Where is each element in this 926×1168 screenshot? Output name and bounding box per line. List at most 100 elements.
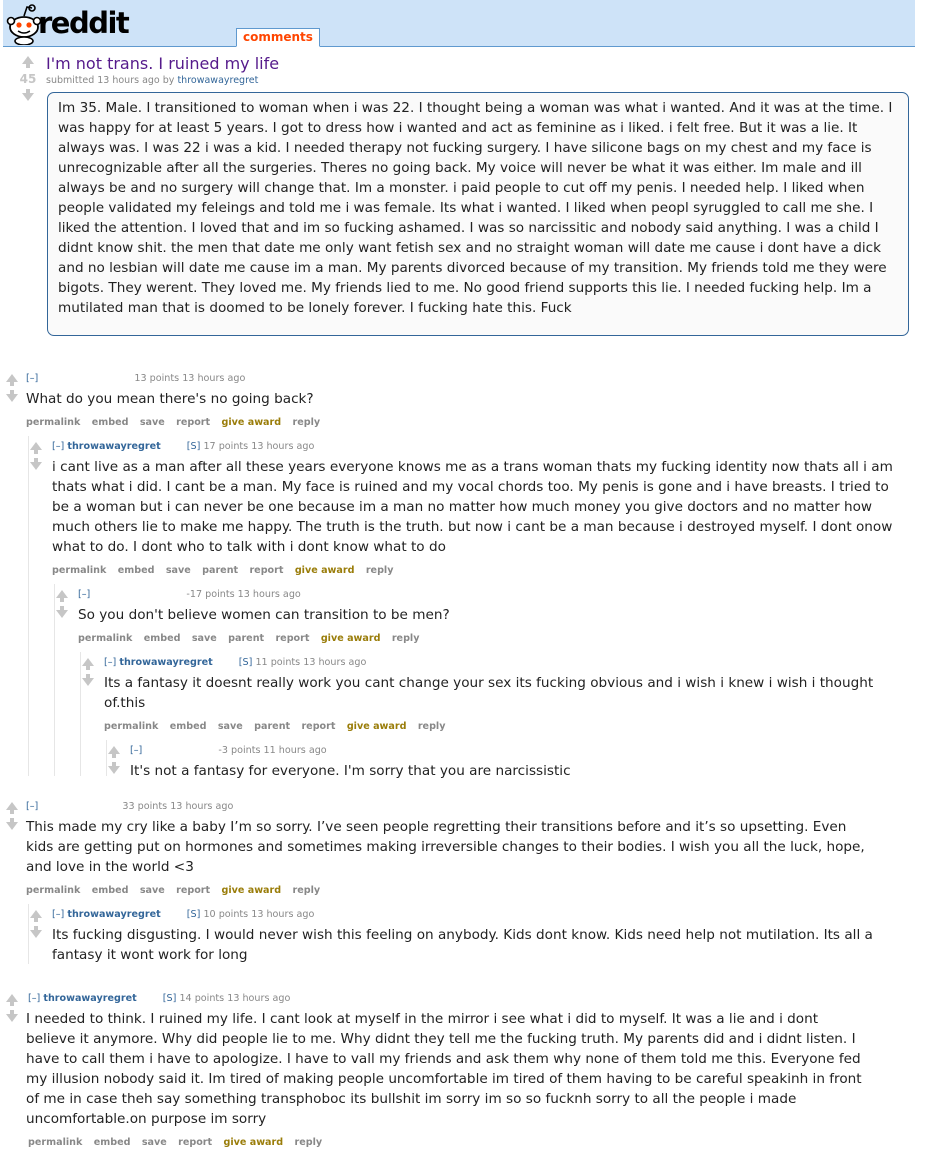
give-award-link[interactable]: give award xyxy=(223,1137,283,1148)
downvote-icon[interactable] xyxy=(6,390,18,402)
comment: [–] 33 points 13 hours ago This made my … xyxy=(0,796,926,896)
permalink-link[interactable]: permalink xyxy=(52,565,106,576)
comment-body: I needed to think. I ruined my life. I c… xyxy=(26,1011,862,1127)
embed-link[interactable]: embed xyxy=(94,1137,131,1148)
collapse-toggle[interactable]: [–] xyxy=(52,909,64,920)
give-award-link[interactable]: give award xyxy=(221,417,281,428)
reply-link[interactable]: reply xyxy=(366,565,394,576)
give-award-link[interactable]: give award xyxy=(347,721,407,732)
save-link[interactable]: save xyxy=(140,417,165,428)
save-link[interactable]: save xyxy=(166,565,191,576)
comment-score: 13 points 13 hours ago xyxy=(134,373,246,384)
downvote-icon[interactable] xyxy=(108,762,120,774)
report-link[interactable]: report xyxy=(178,1137,212,1148)
comment-author-link[interactable]: throwawayregret xyxy=(67,909,160,920)
reply-link[interactable]: reply xyxy=(294,1137,322,1148)
comment-score: 10 points 13 hours ago xyxy=(203,909,315,920)
comment-body: So you don't believe women can transitio… xyxy=(78,607,450,623)
collapse-toggle[interactable]: [–] xyxy=(52,441,64,452)
upvote-icon[interactable] xyxy=(82,658,94,670)
report-link[interactable]: report xyxy=(249,565,283,576)
submitter-badge[interactable]: [S] xyxy=(187,441,201,452)
reply-link[interactable]: reply xyxy=(292,885,320,896)
comment-tagline: [–] throwawayregret [S] 14 points 13 hou… xyxy=(28,993,290,1004)
comment-tagline: [–] 13 points 13 hours ago xyxy=(26,373,245,384)
downvote-icon[interactable] xyxy=(30,458,42,470)
reply-link[interactable]: reply xyxy=(392,633,420,644)
comment: [–] 13 points 13 hours ago What do you m… xyxy=(0,368,926,428)
submitter-badge[interactable]: [S] xyxy=(163,993,177,1004)
collapse-toggle[interactable]: [–] xyxy=(78,589,90,600)
report-link[interactable]: report xyxy=(301,721,335,732)
comment-author-link[interactable]: throwawayregret xyxy=(67,441,160,452)
embed-link[interactable]: embed xyxy=(144,633,181,644)
comment-author-link[interactable]: throwawayregret xyxy=(119,657,212,668)
comment-body: It's not a fantasy for everyone. I'm sor… xyxy=(130,763,571,779)
post-title[interactable]: I'm not trans. I ruined my life xyxy=(46,54,279,73)
comment: [–] throwawayregret [S] 10 points 13 hou… xyxy=(26,904,916,968)
comment-buttons: permalink embed save report give award r… xyxy=(26,417,328,428)
submitted-text: submitted 13 hours ago by xyxy=(46,75,175,86)
permalink-link[interactable]: permalink xyxy=(78,633,132,644)
save-link[interactable]: save xyxy=(192,633,217,644)
permalink-link[interactable]: permalink xyxy=(26,885,80,896)
comment-score: 11 points 13 hours ago xyxy=(255,657,367,668)
upvote-icon[interactable] xyxy=(30,910,42,922)
collapse-toggle[interactable]: [–] xyxy=(26,801,38,812)
upvote-icon[interactable] xyxy=(22,56,34,68)
comment-author-link[interactable]: throwawayregret xyxy=(43,993,136,1004)
collapse-toggle[interactable]: [–] xyxy=(130,745,142,756)
upvote-icon[interactable] xyxy=(6,994,18,1006)
upvote-icon[interactable] xyxy=(30,442,42,454)
upvote-icon[interactable] xyxy=(108,746,120,758)
comment-buttons: permalink embed save parent report give … xyxy=(104,721,453,732)
embed-link[interactable]: embed xyxy=(118,565,155,576)
permalink-link[interactable]: permalink xyxy=(104,721,158,732)
embed-link[interactable]: embed xyxy=(92,417,129,428)
save-link[interactable]: save xyxy=(142,1137,167,1148)
comment-buttons: permalink embed save report give award r… xyxy=(26,885,328,896)
downvote-icon[interactable] xyxy=(6,818,18,830)
downvote-icon[interactable] xyxy=(22,89,34,101)
collapse-toggle[interactable]: [–] xyxy=(26,373,38,384)
comment-body: i cant live as a man after all these yea… xyxy=(52,459,893,555)
site-header: reddit comments xyxy=(3,0,915,47)
submitter-badge[interactable]: [S] xyxy=(239,657,253,668)
permalink-link[interactable]: permalink xyxy=(28,1137,82,1148)
comment-body: This made my cry like a baby I’m so sorr… xyxy=(26,819,865,875)
upvote-icon[interactable] xyxy=(6,374,18,386)
parent-link[interactable]: parent xyxy=(202,565,238,576)
give-award-link[interactable]: give award xyxy=(321,633,381,644)
upvote-icon[interactable] xyxy=(6,802,18,814)
collapse-toggle[interactable]: [–] xyxy=(28,993,40,1004)
embed-link[interactable]: embed xyxy=(170,721,207,732)
save-link[interactable]: save xyxy=(140,885,165,896)
parent-link[interactable]: parent xyxy=(254,721,290,732)
parent-link[interactable]: parent xyxy=(228,633,264,644)
comment-tagline: [–] throwawayregret [S] 10 points 13 hou… xyxy=(52,909,314,920)
reply-link[interactable]: reply xyxy=(292,417,320,428)
embed-link[interactable]: embed xyxy=(92,885,129,896)
downvote-icon[interactable] xyxy=(56,606,68,618)
comment-score: 17 points 13 hours ago xyxy=(203,441,315,452)
comment: [–] -3 points 11 hours ago It's not a fa… xyxy=(104,740,916,784)
save-link[interactable]: save xyxy=(218,721,243,732)
give-award-link[interactable]: give award xyxy=(295,565,355,576)
collapse-toggle[interactable]: [–] xyxy=(104,657,116,668)
report-link[interactable]: report xyxy=(176,885,210,896)
tab-comments[interactable]: comments xyxy=(236,28,320,47)
report-link[interactable]: report xyxy=(176,417,210,428)
downvote-icon[interactable] xyxy=(6,1010,18,1022)
downvote-icon[interactable] xyxy=(30,926,42,938)
upvote-icon[interactable] xyxy=(56,590,68,602)
reddit-wordmark[interactable]: reddit xyxy=(38,6,130,40)
permalink-link[interactable]: permalink xyxy=(26,417,80,428)
reply-link[interactable]: reply xyxy=(418,721,446,732)
give-award-link[interactable]: give award xyxy=(221,885,281,896)
comment-tagline: [–] -3 points 11 hours ago xyxy=(130,745,327,756)
report-link[interactable]: report xyxy=(275,633,309,644)
downvote-icon[interactable] xyxy=(82,674,94,686)
comment-buttons: permalink embed save report give award r… xyxy=(28,1137,330,1148)
submitter-badge[interactable]: [S] xyxy=(187,909,201,920)
post-author-link[interactable]: throwawayregret xyxy=(177,75,258,86)
